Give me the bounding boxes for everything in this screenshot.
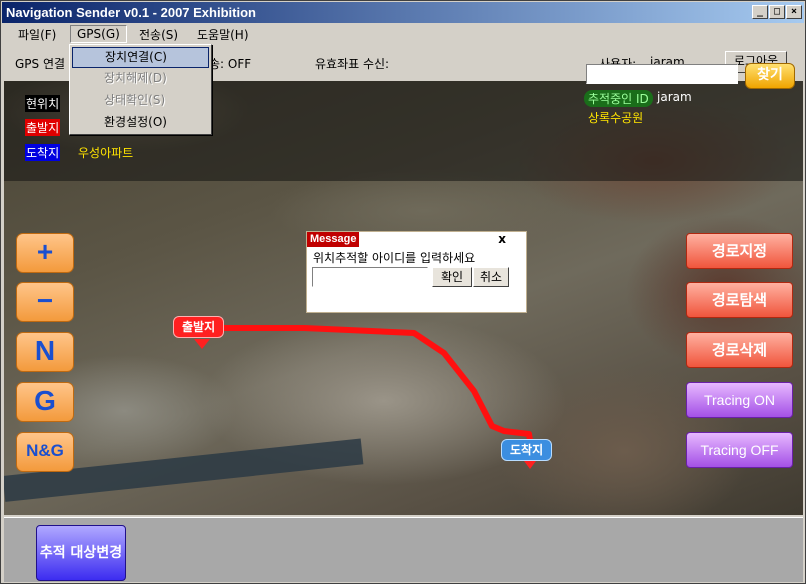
end-marker[interactable]: 도착지 [501,439,553,461]
search-input[interactable] [586,64,738,84]
tracking-id-input[interactable] [312,267,428,287]
tracking-location: 상록수공원 [588,111,644,125]
menu-item-connect[interactable]: 장치연결(C) [72,47,209,68]
dialog-close-icon[interactable]: x [498,232,506,246]
menu-item-settings[interactable]: 환경설정(O) [72,113,209,134]
menu-help[interactable]: 도움말(H) [191,25,255,43]
gps-menu-dropdown: 장치연결(C) 장치해제(D) 상태확인(S) 환경설정(O) [69,44,212,135]
bottom-panel: 추적 대상변경 [4,517,803,582]
search-route-button[interactable]: 경로탐색 [686,282,793,318]
window-title: Navigation Sender v0.1 - 2007 Exhibition [6,5,256,20]
menu-item-status[interactable]: 상태확인(S) [72,91,209,112]
legend-destination: 도착지 [25,144,61,161]
zoom-in-button[interactable]: + [16,233,74,273]
start-pin-tail [194,339,210,349]
set-route-button[interactable]: 경로지정 [686,233,793,269]
zoom-out-button[interactable]: − [16,282,74,322]
minimize-button[interactable]: _ [752,5,768,19]
title-bar[interactable]: Navigation Sender v0.1 - 2007 Exhibition… [2,2,804,23]
menu-bar: 파일(F) GPS(G) 전송(S) 도움말(H) [2,23,804,44]
gps-connection-label: GPS 연결 [15,57,66,71]
menu-send[interactable]: 전송(S) [133,25,184,43]
legend-start: 출발지 [25,119,61,136]
tracking-id-value: jaram [657,90,692,104]
dialog-confirm-button[interactable]: 확인 [432,267,472,287]
end-pin-tail [524,461,536,469]
dialog-message: 위치추적할 아이디를 입력하세요 [313,251,476,265]
change-target-button[interactable]: 추적 대상변경 [36,525,126,581]
maximize-button[interactable]: □ [769,5,785,19]
dialog-cancel-button[interactable]: 취소 [473,267,509,287]
send-status: 송: OFF [209,57,252,71]
destination-name: 우성아파트 [78,146,134,160]
tracing-off-button[interactable]: Tracing OFF [686,432,793,468]
gps-button[interactable]: G [16,382,74,422]
app-window: Navigation Sender v0.1 - 2007 Exhibition… [0,0,806,584]
menu-file[interactable]: 파일(F) [12,25,62,43]
tracing-on-button[interactable]: Tracing ON [686,382,793,418]
start-marker[interactable]: 출발지 [173,316,225,338]
tracking-id-label: 추적중인 ID [584,90,653,107]
menu-item-disconnect[interactable]: 장치해제(D) [72,69,209,90]
north-gps-button[interactable]: N&G [16,432,74,472]
legend-current: 현위치 [25,95,61,112]
coord-receive-label: 유효좌표 수신: [315,57,390,71]
search-button[interactable]: 찾기 [745,63,795,89]
north-button[interactable]: N [16,332,74,372]
menu-gps[interactable]: GPS(G) [70,25,127,43]
dialog-title: Message [307,232,360,247]
close-button[interactable]: × [786,5,802,19]
message-dialog: Message x 위치추적할 아이디를 입력하세요 확인 취소 [306,231,527,313]
delete-route-button[interactable]: 경로삭제 [686,332,793,368]
route-line [201,318,535,456]
